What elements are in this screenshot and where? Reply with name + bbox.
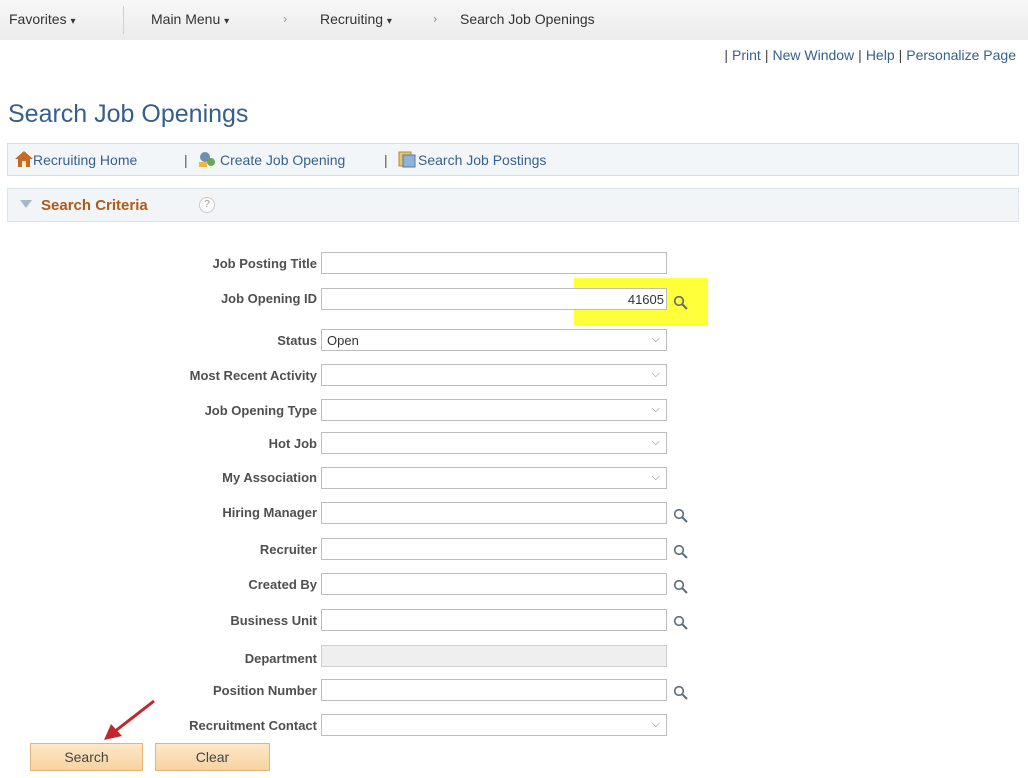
chevron-down-icon: ⌵	[651, 471, 660, 483]
business-unit-label: Business Unit	[230, 613, 317, 628]
recruiting-label: Recruiting	[320, 11, 384, 27]
page-title: Search Job Openings	[8, 100, 249, 128]
chevron-down-icon: ⌵	[651, 368, 660, 380]
recruiter-input[interactable]	[321, 538, 667, 560]
position-number-label: Position Number	[212, 683, 317, 698]
hot-job-select[interactable]: ⌵	[321, 432, 667, 454]
main-menu[interactable]: Main Menu ▾	[151, 11, 229, 27]
chevron-down-icon: ⌵	[651, 436, 660, 448]
business-unit-lookup-icon[interactable]	[673, 615, 689, 631]
search-criteria-section[interactable]: Search Criteria ?	[7, 188, 1019, 222]
pipe-separator: |	[898, 47, 903, 63]
created-by-lookup-icon[interactable]	[673, 579, 689, 595]
position-number-input[interactable]	[321, 679, 667, 701]
my-association-select[interactable]: ⌵	[321, 467, 667, 489]
breadcrumb-separator-icon: ›	[433, 11, 438, 26]
house-icon	[15, 151, 33, 167]
pipe-separator: |	[764, 47, 769, 63]
created-by-label: Created By	[248, 577, 317, 592]
job-opening-id-input[interactable]: 41605	[321, 288, 667, 310]
recruiter-lookup-icon[interactable]	[673, 544, 689, 560]
job-opening-id-label: Job Opening ID	[220, 291, 317, 306]
search-job-postings-link[interactable]: Search Job Postings	[418, 152, 546, 168]
page-utility-links: | Print | New Window | Help | Personalize Page	[720, 47, 1016, 63]
hiring-manager-lookup-icon[interactable]	[673, 508, 689, 524]
clear-button[interactable]: Clear	[155, 743, 270, 771]
recruiting-menu[interactable]: Recruiting ▾	[320, 11, 392, 27]
new-window-link[interactable]: New Window	[772, 47, 854, 63]
personalize-page-link[interactable]: Personalize Page	[906, 47, 1016, 63]
department-input	[321, 645, 667, 667]
hot-job-label: Hot Job	[268, 436, 317, 451]
help-link[interactable]: Help	[866, 47, 895, 63]
print-link[interactable]: Print	[732, 47, 761, 63]
chevron-down-icon: ⌵	[651, 333, 660, 345]
recruiting-home-link[interactable]: Recruiting Home	[33, 152, 137, 168]
most-recent-activity-select[interactable]: ⌵	[321, 364, 667, 386]
field-value: 41605	[627, 292, 664, 307]
pipe-separator: |	[858, 47, 862, 63]
breadcrumb-separator-icon: ›	[283, 11, 288, 26]
job-posting-title-input[interactable]	[321, 252, 667, 274]
pipe-separator: |	[184, 152, 188, 168]
recruitment-contact-select[interactable]: ⌵	[321, 714, 667, 736]
postings-icon	[398, 151, 416, 168]
collapse-triangle-icon[interactable]	[20, 200, 32, 208]
job-opening-type-select[interactable]: ⌵	[321, 399, 667, 421]
field-value: Open	[327, 333, 359, 348]
divider	[123, 6, 124, 34]
create-job-icon	[199, 152, 215, 167]
job-opening-type-label: Job Opening Type	[204, 403, 317, 418]
status-label: Status	[277, 333, 317, 348]
section-title: Search Criteria	[41, 197, 148, 214]
most-recent-activity-label: Most Recent Activity	[189, 368, 317, 383]
chevron-down-icon: ▾	[70, 16, 76, 27]
hiring-manager-label: Hiring Manager	[222, 505, 317, 520]
status-select[interactable]: Open ⌵	[321, 329, 667, 351]
pipe-separator: |	[724, 47, 729, 63]
hiring-manager-input[interactable]	[321, 502, 667, 524]
recruiter-label: Recruiter	[259, 542, 317, 557]
job-opening-id-lookup-icon[interactable]	[673, 295, 689, 311]
chevron-down-icon: ▾	[386, 16, 392, 27]
red-arrow-annotation	[104, 699, 155, 740]
position-number-lookup-icon[interactable]	[673, 685, 689, 701]
top-navigation-bar: Favorites ▾ Main Menu ▾ › Recruiting ▾ ›…	[0, 0, 1028, 40]
pipe-separator: |	[384, 152, 388, 168]
main-menu-label: Main Menu	[151, 11, 221, 27]
breadcrumb-current: Search Job Openings	[460, 11, 595, 27]
recruiting-link-bar: Recruiting Home | Create Job Opening | S…	[7, 143, 1019, 176]
my-association-label: My Association	[222, 470, 317, 485]
favorites-label: Favorites	[9, 11, 67, 27]
business-unit-input[interactable]	[321, 609, 667, 631]
favorites-menu[interactable]: Favorites ▾	[9, 11, 76, 27]
chevron-down-icon: ⌵	[651, 718, 660, 730]
department-label: Department	[244, 651, 317, 666]
help-icon[interactable]: ?	[199, 197, 215, 213]
create-job-opening-link[interactable]: Create Job Opening	[220, 152, 345, 168]
recruitment-contact-label: Recruitment Contact	[189, 718, 317, 733]
search-button[interactable]: Search	[30, 743, 143, 771]
chevron-down-icon: ⌵	[651, 403, 660, 415]
chevron-down-icon: ▾	[224, 16, 230, 27]
job-posting-title-label: Job Posting Title	[212, 256, 318, 271]
created-by-input[interactable]	[321, 573, 667, 595]
